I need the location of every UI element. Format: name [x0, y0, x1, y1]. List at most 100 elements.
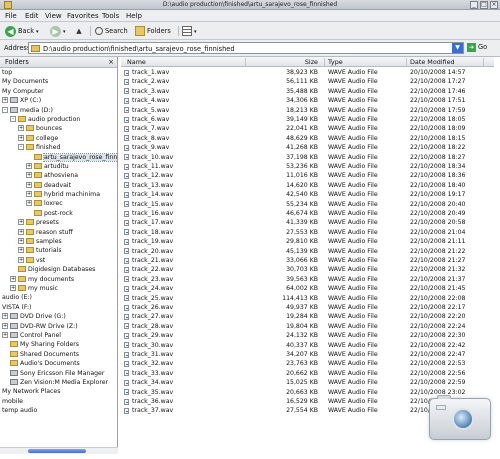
menu-tools[interactable]: Tools [102, 12, 119, 20]
tree-item[interactable]: + tutorials [0, 246, 117, 255]
scrollbar-thumb[interactable] [28, 449, 86, 453]
expand-icon[interactable]: + [26, 181, 32, 188]
file-row[interactable]: track_31.wav 34,207 KB WAVE Audio File 22/1… [121, 350, 494, 359]
file-row[interactable]: track_18.wav 27,553 KB WAVE Audio File 22/1… [121, 228, 494, 237]
file-row[interactable]: track_15.wav 55,234 KB WAVE Audio File 22/1… [121, 200, 494, 209]
go-button[interactable]: ➜ Go [467, 43, 487, 52]
maximize-button[interactable]: □ [480, 1, 488, 9]
tree-item[interactable]: temp audio [0, 406, 117, 415]
file-row[interactable]: track_9.wav 41,268 KB WAVE Audio File 22/10… [121, 143, 494, 152]
views-button[interactable]: ▾ [182, 25, 197, 37]
file-row[interactable]: track_8.wav 48,629 KB WAVE Audio File 22/10… [121, 134, 494, 143]
tree-item[interactable]: + DVD-RW Drive (Z:) [0, 322, 117, 331]
file-row[interactable]: track_23.wav 39,563 KB WAVE Audio File 22/1… [121, 275, 494, 284]
expand-icon[interactable]: + [26, 191, 32, 198]
collapse-icon[interactable]: - [10, 115, 16, 122]
column-divider[interactable] [483, 58, 484, 66]
tree-item[interactable]: + XP (C:) [0, 96, 117, 105]
column-header-name[interactable]: Name [127, 58, 146, 66]
file-row[interactable]: track_16.wav 46,674 KB WAVE Audio File 22/1… [121, 209, 494, 218]
expand-icon[interactable]: + [26, 200, 32, 207]
file-row[interactable]: track_29.wav 24,132 KB WAVE Audio File 22/1… [121, 331, 494, 340]
chevron-down-icon[interactable]: ▼ [452, 43, 463, 53]
tree-item[interactable]: Shared Documents [0, 350, 117, 359]
tree-item[interactable]: Audio's Documents [0, 359, 117, 368]
tree-item[interactable]: top [0, 68, 117, 77]
tree-item[interactable]: + presets [0, 218, 117, 227]
file-row[interactable]: track_3.wav 35,488 KB WAVE Audio File 22/10… [121, 87, 494, 96]
file-row[interactable]: track_11.wav 53,236 KB WAVE Audio File 22/1… [121, 162, 494, 171]
file-row[interactable]: track_2.wav 56,111 KB WAVE Audio File 22/10… [121, 77, 494, 86]
tree-item[interactable]: - media (D:) [0, 106, 117, 115]
file-row[interactable]: track_32.wav 23,763 KB WAVE Audio File 22/1… [121, 359, 494, 368]
column-header-date[interactable]: Date Modified [410, 58, 455, 66]
up-folder-button[interactable]: ▲ [74, 25, 86, 37]
tree-item[interactable]: My Documents [0, 77, 117, 86]
file-row[interactable]: track_19.wav 29,810 KB WAVE Audio File 22/1… [121, 237, 494, 246]
tree-item[interactable]: artu_sarajevo_rose_finnished [0, 152, 117, 162]
column-header-size[interactable]: Size [251, 58, 318, 66]
file-row[interactable]: track_1.wav 38,923 KB WAVE Audio File 20/10… [121, 68, 494, 77]
tree-item[interactable]: My Computer [0, 87, 117, 96]
tree-item[interactable]: My Network Places [0, 387, 117, 396]
expand-icon[interactable]: + [18, 125, 24, 132]
tree-item[interactable]: post-rock [0, 209, 117, 218]
tree-item[interactable]: VISTA (F:) [0, 303, 117, 312]
file-row[interactable]: track_28.wav 19,804 KB WAVE Audio File 22/1… [121, 322, 494, 331]
file-row[interactable]: track_20.wav 45,139 KB WAVE Audio File 22/1… [121, 247, 494, 256]
file-row[interactable]: track_33.wav 20,662 KB WAVE Audio File 22/1… [121, 369, 494, 378]
tree-item[interactable]: + artuditu [0, 162, 117, 171]
tree-item[interactable]: + DVD Drive (G:) [0, 312, 117, 321]
file-row[interactable]: track_25.wav 114,413 KB WAVE Audio File 22/… [121, 294, 494, 303]
tree-item[interactable]: - finished [0, 143, 117, 152]
expand-icon[interactable]: + [2, 322, 8, 329]
column-header-type[interactable]: Type [328, 58, 343, 66]
expand-icon[interactable]: + [2, 331, 8, 338]
file-row[interactable]: track_14.wav 42,540 KB WAVE Audio File 22/1… [121, 190, 494, 199]
expand-icon[interactable]: + [26, 172, 32, 179]
tree-item[interactable]: + loxrec [0, 199, 117, 208]
expand-icon[interactable]: + [18, 256, 24, 263]
tree-item[interactable]: Sony Ericsson File Manager [0, 369, 117, 378]
forward-button[interactable]: ▶ ▾ [50, 25, 66, 37]
file-row[interactable]: track_21.wav 33,066 KB WAVE Audio File 22/1… [121, 256, 494, 265]
tree-item[interactable]: + my music [0, 284, 117, 293]
column-divider[interactable] [324, 58, 325, 66]
file-row[interactable]: track_27.wav 19,284 KB WAVE Audio File 22/1… [121, 312, 494, 321]
expand-icon[interactable]: + [18, 238, 24, 245]
menu-favorites[interactable]: Favorites [67, 12, 99, 20]
tree-item[interactable]: + my documents [0, 275, 117, 284]
file-row[interactable]: track_30.wav 40,337 KB WAVE Audio File 22/1… [121, 341, 494, 350]
tree-item[interactable]: + samples [0, 237, 117, 246]
camera-icon[interactable] [429, 395, 491, 440]
file-row[interactable]: track_24.wav 64,002 KB WAVE Audio File 22/1… [121, 284, 494, 293]
minimize-button[interactable]: _ [470, 1, 478, 9]
file-row[interactable]: track_12.wav 11,016 KB WAVE Audio File 22/1… [121, 171, 494, 180]
horizontal-scrollbar[interactable] [0, 447, 118, 454]
tree-item[interactable]: + athosviena [0, 171, 117, 180]
collapse-icon[interactable]: - [18, 144, 24, 151]
file-row[interactable]: track_4.wav 34,306 KB WAVE Audio File 22/10… [121, 96, 494, 105]
collapse-icon[interactable]: - [2, 106, 8, 113]
tree-item[interactable]: Digidesign Databases [0, 265, 117, 274]
tree-item[interactable]: Zen Vision:M Media Explorer [0, 378, 117, 387]
address-input[interactable]: D:\audio production\finished\artu_saraje… [28, 42, 464, 54]
tree-item[interactable]: + college [0, 134, 117, 143]
tree-item[interactable]: + bounces [0, 124, 117, 133]
menu-help[interactable]: Help [126, 12, 142, 20]
expand-icon[interactable]: + [2, 313, 8, 320]
file-row[interactable]: track_7.wav 22,041 KB WAVE Audio File 22/10… [121, 124, 494, 133]
column-divider[interactable] [245, 58, 246, 66]
file-row[interactable]: track_17.wav 41,339 KB WAVE Audio File 22/1… [121, 218, 494, 227]
back-button[interactable]: ◀ Back ▾ [5, 25, 39, 37]
file-row[interactable]: track_6.wav 39,149 KB WAVE Audio File 22/10… [121, 115, 494, 124]
close-button[interactable]: × [490, 1, 498, 9]
tree-item[interactable]: - audio production [0, 115, 117, 124]
tree-item[interactable]: + deadvait [0, 181, 117, 190]
close-icon[interactable]: × [108, 57, 114, 68]
expand-icon[interactable]: + [2, 97, 8, 104]
tree-item[interactable]: + Control Panel [0, 331, 117, 340]
file-row[interactable]: track_10.wav 37,198 KB WAVE Audio File 22/1… [121, 153, 494, 162]
tree-item[interactable]: + hybrid machinima [0, 190, 117, 199]
tree-item[interactable]: mobile [0, 397, 117, 406]
